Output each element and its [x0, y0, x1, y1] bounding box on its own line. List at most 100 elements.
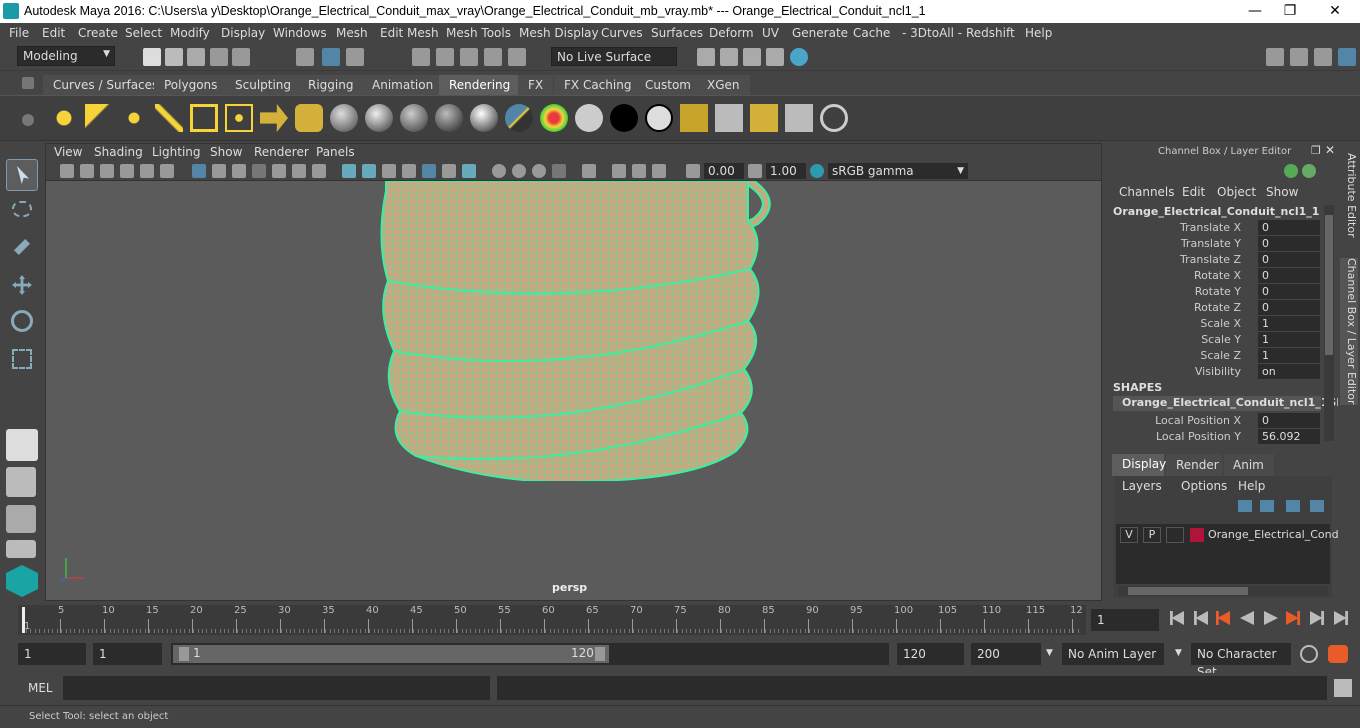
channel-rotate-y[interactable]: Rotate Y 0	[1106, 284, 1321, 300]
snap-point-icon[interactable]	[460, 48, 478, 66]
playback-end-field[interactable]: 120	[897, 643, 964, 665]
step-back-key-icon[interactable]	[1216, 611, 1230, 625]
tab-xgen[interactable]: XGen	[697, 75, 750, 95]
ramp-shader-icon[interactable]	[540, 104, 568, 132]
camera-icon[interactable]	[260, 104, 288, 132]
snap-grid-icon[interactable]	[412, 48, 430, 66]
use-background-icon[interactable]	[610, 104, 638, 132]
range-bar[interactable]: 1 120	[171, 643, 889, 665]
tab-anim[interactable]: Anim	[1224, 454, 1274, 476]
lambert-sphere-icon[interactable]	[330, 104, 358, 132]
anim-layer-chevron-icon[interactable]: ▼	[1046, 648, 1053, 658]
grid-icon[interactable]	[192, 164, 206, 178]
new-layer-icon[interactable]	[1286, 500, 1300, 512]
channel-scrollbar[interactable]	[1324, 205, 1334, 441]
range-handle[interactable]: 1 120	[173, 645, 609, 663]
field-chart-icon[interactable]	[272, 164, 286, 178]
move-layer-up-icon[interactable]	[1238, 500, 1252, 512]
render-settings-icon[interactable]	[766, 48, 784, 66]
playback-start-field[interactable]: 1	[93, 643, 162, 665]
cb-menu-channels[interactable]: Channels	[1119, 185, 1175, 199]
image-plane-icon[interactable]	[120, 164, 134, 178]
grease-pencil-icon[interactable]	[160, 164, 174, 178]
menu-redshift[interactable]: Redshift	[966, 26, 1015, 40]
channel-visibility[interactable]: Visibility on	[1106, 364, 1321, 380]
tab-rigging[interactable]: Rigging	[298, 75, 364, 95]
smooth-shade-icon[interactable]	[362, 164, 376, 178]
tab-rendering[interactable]: Rendering	[439, 75, 521, 95]
color-space-dropdown[interactable]: sRGB gamma ▼	[828, 163, 968, 179]
channel-value[interactable]: 56.092	[1258, 429, 1320, 444]
select-tool-icon[interactable]	[6, 159, 38, 191]
live-surface-field[interactable]: No Live Surface	[551, 47, 677, 66]
hypershade-icon[interactable]	[790, 48, 808, 66]
gamma-icon[interactable]	[748, 164, 762, 178]
render-pass-icon[interactable]	[750, 104, 778, 132]
maximize-button[interactable]: ❐	[1275, 2, 1305, 20]
motion-blur-icon[interactable]	[512, 164, 526, 178]
blinn-sphere-icon[interactable]	[365, 104, 393, 132]
channel-scale-y[interactable]: Scale Y 1	[1106, 332, 1321, 348]
step-forward-frame-icon[interactable]	[1310, 611, 1324, 625]
layout-toggle-icon[interactable]	[6, 540, 36, 558]
gate-mask-icon[interactable]	[252, 164, 266, 178]
minimize-button[interactable]: —	[1240, 2, 1270, 20]
layer-visibility-toggle[interactable]: V	[1120, 527, 1138, 543]
color-management-icon[interactable]	[810, 164, 824, 178]
channel-scale-x[interactable]: Scale X 1	[1106, 316, 1321, 332]
redo-icon[interactable]	[232, 48, 250, 66]
cb-menu-object[interactable]: Object	[1217, 185, 1256, 199]
menu-mesh-display[interactable]: Mesh Display	[519, 26, 599, 40]
layer-type-toggle[interactable]	[1166, 527, 1184, 543]
select-object-icon[interactable]	[322, 48, 340, 66]
backface-culling-icon[interactable]	[652, 164, 666, 178]
spot-light-icon[interactable]	[155, 104, 183, 132]
shelf-gear-icon[interactable]	[22, 114, 34, 126]
tab-display[interactable]: Display	[1112, 454, 1166, 476]
step-forward-key-icon[interactable]	[1286, 611, 1300, 625]
paint-select-tool-icon[interactable]	[6, 231, 38, 263]
channel-value[interactable]: 0	[1258, 220, 1320, 235]
single-perspective-layout-icon[interactable]	[6, 429, 38, 461]
layer-menu-layers[interactable]: Layers	[1122, 479, 1162, 493]
menu-uv[interactable]: UV	[762, 26, 779, 40]
channel-value[interactable]: 1	[1258, 332, 1320, 347]
tab-fx[interactable]: FX	[518, 75, 554, 95]
tab-channel-box-layer-editor[interactable]: Channel Box / Layer Editor	[1340, 258, 1358, 405]
ambient-light-icon[interactable]	[50, 104, 78, 132]
menu-edit[interactable]: Edit	[42, 26, 65, 40]
layer-menu-options[interactable]: Options	[1181, 479, 1227, 493]
cb-menu-edit[interactable]: Edit	[1182, 185, 1205, 199]
camera-attributes-icon[interactable]	[80, 164, 94, 178]
isolate-select-icon[interactable]	[582, 164, 596, 178]
snap-view-icon[interactable]	[484, 48, 502, 66]
outliner-layout-icon[interactable]	[6, 505, 36, 533]
move-layer-down-icon[interactable]	[1260, 500, 1274, 512]
menu-create[interactable]: Create	[78, 26, 118, 40]
tab-fx-caching[interactable]: FX Caching	[554, 75, 642, 95]
textured-icon[interactable]	[422, 164, 436, 178]
channel-local-position-x[interactable]: Local Position X 0	[1106, 413, 1321, 429]
channel-translate-x[interactable]: Translate X 0	[1106, 220, 1321, 236]
move-tool-icon[interactable]	[6, 269, 38, 301]
anisotropic-sphere-icon[interactable]	[470, 104, 498, 132]
toggle-channel-box-icon[interactable]	[1338, 48, 1356, 66]
new-layer-selected-icon[interactable]	[1310, 500, 1324, 512]
menu-deform[interactable]: Deform	[709, 26, 754, 40]
auto-key-icon[interactable]	[1300, 645, 1318, 663]
gear-icon[interactable]	[22, 77, 34, 89]
area-light-icon[interactable]	[190, 104, 218, 132]
layer-menu-help[interactable]: Help	[1238, 479, 1265, 493]
scale-tool-icon[interactable]	[6, 343, 38, 375]
camera-aim-icon[interactable]	[295, 104, 323, 132]
multisample-aa-icon[interactable]	[532, 164, 546, 178]
close-panel-icon[interactable]: ✕	[1325, 143, 1335, 157]
snap-curve-icon[interactable]	[436, 48, 454, 66]
render-diagnostics-icon[interactable]	[820, 104, 848, 132]
maya-hub-icon[interactable]	[6, 565, 38, 597]
layer-hscrollbar[interactable]	[1118, 586, 1328, 596]
wireframe-icon[interactable]	[342, 164, 356, 178]
render-view-icon[interactable]	[720, 48, 738, 66]
film-gate-icon[interactable]	[212, 164, 226, 178]
command-input[interactable]	[63, 676, 490, 700]
